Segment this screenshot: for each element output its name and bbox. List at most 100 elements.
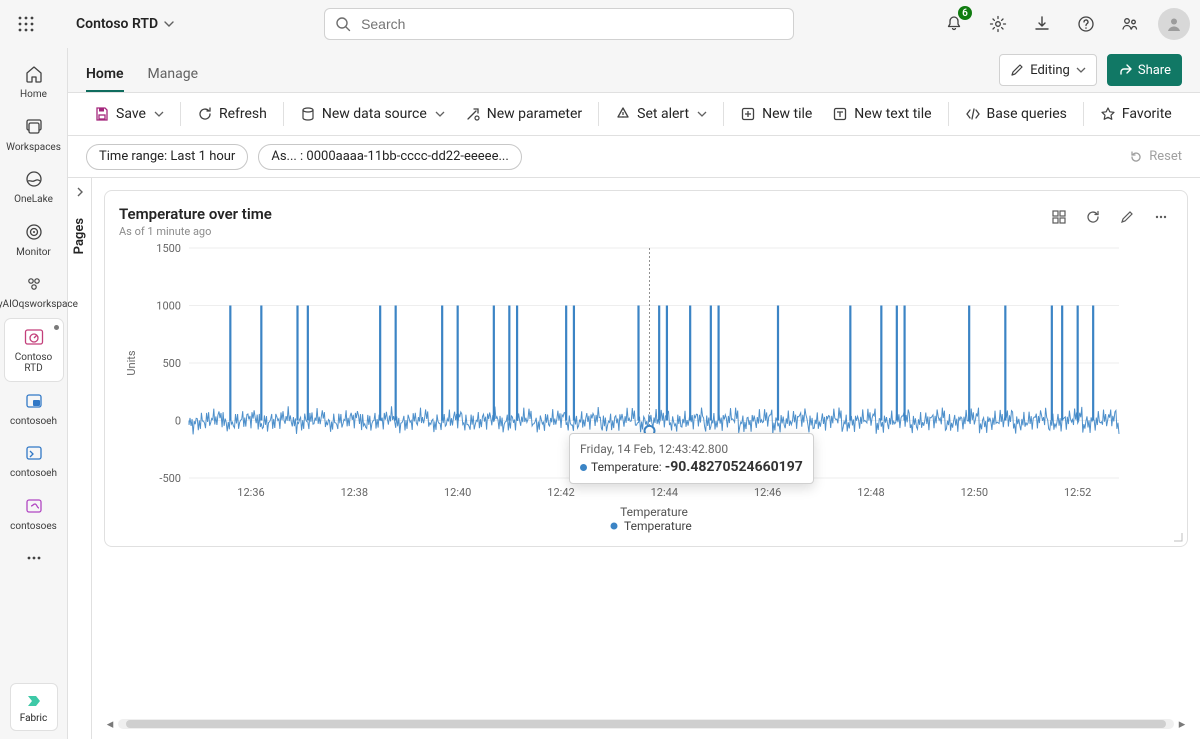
pencil-icon bbox=[1119, 209, 1135, 225]
svg-text:12:52: 12:52 bbox=[1064, 486, 1091, 499]
fabric-icon bbox=[24, 691, 44, 711]
tab-manage[interactable]: Manage bbox=[148, 56, 198, 92]
nav-rail: Home Workspaces OneLake Monitor myAIOqsw… bbox=[0, 48, 68, 739]
app-launcher[interactable] bbox=[10, 8, 42, 40]
rail-more[interactable] bbox=[5, 540, 63, 576]
share-button[interactable]: Share bbox=[1107, 54, 1182, 86]
svg-text:12:36: 12:36 bbox=[237, 486, 264, 499]
rail-contoso-rtd[interactable]: Contoso RTD bbox=[5, 319, 63, 381]
svg-text:12:46: 12:46 bbox=[754, 486, 781, 499]
new-text-tile-button[interactable]: New text tile bbox=[824, 98, 939, 130]
people-icon bbox=[1121, 15, 1139, 33]
tile-edit-button[interactable] bbox=[1115, 205, 1139, 229]
notifications-button[interactable]: 6 bbox=[938, 8, 970, 40]
refresh-icon bbox=[197, 106, 213, 122]
dashboard-icon bbox=[23, 326, 45, 348]
workspaces-icon bbox=[24, 117, 44, 137]
reset-filters-button[interactable]: Reset bbox=[1129, 149, 1182, 164]
chevron-down-icon bbox=[697, 109, 707, 119]
alert-icon bbox=[615, 106, 631, 122]
chart-area[interactable]: -500050010001500Units12:3612:3812:4012:4… bbox=[119, 238, 1173, 538]
parameter-icon bbox=[465, 106, 481, 122]
search-icon bbox=[335, 16, 351, 32]
rail-contosoes[interactable]: contosoes bbox=[5, 488, 63, 539]
chevron-right-icon bbox=[74, 186, 86, 198]
pencil-icon bbox=[1010, 63, 1024, 77]
workspace-name: Contoso RTD bbox=[76, 16, 158, 32]
tile-more-button[interactable] bbox=[1149, 205, 1173, 229]
save-icon bbox=[94, 106, 110, 122]
rail-onelake[interactable]: OneLake bbox=[5, 161, 63, 212]
settings-button[interactable] bbox=[982, 8, 1014, 40]
set-alert-button[interactable]: Set alert bbox=[607, 98, 715, 130]
chevron-down-icon bbox=[164, 19, 174, 29]
temperature-chart: -500050010001500Units12:3612:3812:4012:4… bbox=[119, 238, 1129, 538]
svg-text:1000: 1000 bbox=[156, 300, 181, 313]
unsaved-dot-icon bbox=[54, 325, 59, 330]
tile-title: Temperature over time bbox=[119, 205, 272, 223]
save-button[interactable]: Save bbox=[86, 98, 172, 130]
notification-badge: 6 bbox=[958, 6, 972, 20]
svg-text:12:48: 12:48 bbox=[857, 486, 884, 499]
tile-icon bbox=[740, 106, 756, 122]
resize-handle[interactable] bbox=[1173, 532, 1183, 542]
tile-subtitle: As of 1 minute ago bbox=[119, 225, 272, 238]
scroll-left-icon[interactable]: ◂ bbox=[104, 718, 116, 730]
rail-workspaces[interactable]: Workspaces bbox=[5, 109, 63, 160]
star-icon bbox=[1100, 106, 1116, 122]
share-icon bbox=[1118, 63, 1132, 77]
svg-text:1500: 1500 bbox=[156, 242, 181, 255]
asset-filter[interactable]: As... : 0000aaaa-11bb-cccc-dd22-eeeee... bbox=[258, 144, 521, 170]
workspace-switcher[interactable]: Contoso RTD bbox=[70, 12, 180, 36]
group-icon bbox=[24, 274, 44, 294]
new-parameter-button[interactable]: New parameter bbox=[457, 98, 590, 130]
rail-contosoeh-1[interactable]: contosoeh bbox=[5, 383, 63, 434]
refresh-icon bbox=[1085, 209, 1101, 225]
pages-label: Pages bbox=[72, 218, 87, 254]
rail-monitor[interactable]: Monitor bbox=[5, 214, 63, 265]
new-data-source-button[interactable]: New data source bbox=[292, 98, 453, 130]
search-input[interactable] bbox=[359, 15, 783, 33]
search-box[interactable] bbox=[324, 8, 794, 40]
refresh-button[interactable]: Refresh bbox=[189, 98, 275, 130]
download-icon bbox=[1033, 15, 1051, 33]
favorite-button[interactable]: Favorite bbox=[1092, 98, 1180, 130]
svg-text:12:42: 12:42 bbox=[547, 486, 574, 499]
feedback-button[interactable] bbox=[1114, 8, 1146, 40]
kql-icon bbox=[24, 443, 44, 463]
base-queries-button[interactable]: Base queries bbox=[957, 98, 1075, 130]
text-tile-icon bbox=[832, 106, 848, 122]
account-avatar[interactable] bbox=[1158, 8, 1190, 40]
tile-refresh-button[interactable] bbox=[1081, 205, 1105, 229]
svg-text:Units: Units bbox=[125, 350, 138, 375]
rail-myworkspace[interactable]: myAIOqsworkspace bbox=[5, 266, 63, 317]
scroll-right-icon[interactable]: ▸ bbox=[1176, 718, 1188, 730]
chevron-down-icon bbox=[435, 109, 445, 119]
tile-explore-button[interactable] bbox=[1047, 205, 1071, 229]
editing-mode-button[interactable]: Editing bbox=[999, 54, 1097, 86]
download-button[interactable] bbox=[1026, 8, 1058, 40]
grid-icon bbox=[1051, 209, 1067, 225]
eventhouse-icon bbox=[24, 391, 44, 411]
chevron-down-icon bbox=[1076, 65, 1086, 75]
database-icon bbox=[300, 106, 316, 122]
fabric-switcher[interactable]: Fabric bbox=[10, 683, 58, 731]
gear-icon bbox=[989, 15, 1007, 33]
onelake-icon bbox=[24, 169, 44, 189]
help-button[interactable] bbox=[1070, 8, 1102, 40]
rail-contosoeh-2[interactable]: contosoeh bbox=[5, 435, 63, 486]
code-icon bbox=[965, 106, 981, 122]
svg-text:Temperature: Temperature bbox=[624, 519, 692, 533]
rail-home[interactable]: Home bbox=[5, 56, 63, 107]
svg-text:12:50: 12:50 bbox=[961, 486, 988, 499]
horizontal-scrollbar[interactable]: ◂ ▸ bbox=[104, 717, 1188, 731]
eventstream-icon bbox=[24, 496, 44, 516]
help-icon bbox=[1077, 15, 1095, 33]
tab-home[interactable]: Home bbox=[86, 56, 124, 92]
pages-panel-toggle[interactable]: Pages bbox=[68, 178, 92, 739]
temperature-tile: Temperature over time As of 1 minute ago… bbox=[104, 190, 1188, 547]
more-icon bbox=[24, 548, 44, 568]
svg-text:-500: -500 bbox=[159, 472, 181, 485]
new-tile-button[interactable]: New tile bbox=[732, 98, 820, 130]
time-range-filter[interactable]: Time range: Last 1 hour bbox=[86, 144, 248, 170]
